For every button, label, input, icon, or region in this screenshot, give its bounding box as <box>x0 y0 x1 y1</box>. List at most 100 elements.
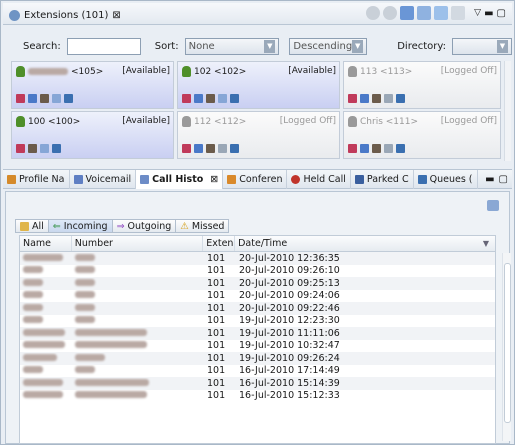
mail-icon[interactable] <box>360 94 369 103</box>
phone-icon[interactable] <box>16 94 25 103</box>
maximize-icon[interactable]: ▢ <box>499 170 508 188</box>
minimize-icon[interactable]: ▬ <box>485 170 494 188</box>
grid-icon[interactable] <box>417 6 432 20</box>
extension-tile[interactable]: 102 <102> [Available] <box>177 61 340 109</box>
tab-call-history[interactable]: Call Histo ⊠ <box>136 170 224 189</box>
chat-icon[interactable] <box>230 144 239 153</box>
tab-profile[interactable]: Profile Na <box>3 170 70 189</box>
grid-scrollbar[interactable] <box>504 61 511 161</box>
filter-missed[interactable]: ⚠ Missed <box>175 219 230 233</box>
extension-tile[interactable]: <105> [Available] <box>11 61 174 109</box>
table-row[interactable]: 101 19-Jul-2010 10:32:47 <box>20 340 495 353</box>
tab-voicemail[interactable]: Voicemail <box>70 170 137 189</box>
redacted-name <box>23 316 43 324</box>
filter-outgoing[interactable]: ⇒ Outgoing <box>111 219 177 233</box>
phone-icon[interactable] <box>16 144 25 153</box>
table-row[interactable]: 101 20-Jul-2010 09:25:13 <box>20 277 495 290</box>
view-menu-icon[interactable]: ▽ <box>474 8 481 18</box>
mail-icon[interactable] <box>194 94 203 103</box>
scrollbar-thumb[interactable] <box>504 263 511 423</box>
layout-icon[interactable] <box>400 6 415 20</box>
view-toolbar: ▽ ▬ ▢ <box>366 6 506 20</box>
user-icon[interactable] <box>372 144 381 153</box>
tab-conference[interactable]: Conferen <box>223 170 288 189</box>
table-scrollbar[interactable] <box>502 253 511 441</box>
status-icon[interactable] <box>366 6 381 20</box>
chat-icon[interactable] <box>230 94 239 103</box>
user-icon[interactable] <box>206 144 215 153</box>
extension-name: <105> <box>16 66 103 77</box>
mail-icon[interactable] <box>28 94 37 103</box>
table-row[interactable]: 101 20-Jul-2010 09:22:46 <box>20 302 495 315</box>
column-label: Date/Time <box>238 238 288 249</box>
export-icon[interactable] <box>487 200 499 211</box>
extension-tile[interactable]: 113 <113> [Logged Off] <box>343 61 501 109</box>
user-icon[interactable] <box>372 94 381 103</box>
transfer-icon[interactable] <box>218 144 227 153</box>
phone-icon[interactable] <box>182 144 191 153</box>
table-row[interactable]: 101 19-Jul-2010 09:26:24 <box>20 352 495 365</box>
person-icon <box>16 66 25 77</box>
extension-tile[interactable]: Chris <111> [Logged Off] <box>343 111 501 159</box>
table-row[interactable]: 101 16-Jul-2010 17:14:49 <box>20 365 495 378</box>
phone-icon[interactable] <box>182 94 191 103</box>
user-icon[interactable] <box>28 144 37 153</box>
phone-icon[interactable] <box>348 94 357 103</box>
column-header-exten[interactable]: Exten <box>203 236 236 251</box>
redacted-number <box>75 316 95 324</box>
user-icon[interactable] <box>40 94 49 103</box>
chat-icon[interactable] <box>64 94 73 103</box>
sort-select[interactable]: None ▼ <box>184 37 280 55</box>
search-input[interactable] <box>66 37 141 55</box>
table-row[interactable]: 101 19-Jul-2010 11:11:06 <box>20 327 495 340</box>
extension-actions <box>348 94 405 103</box>
tab-label: Held Call <box>303 174 346 185</box>
cell-number <box>72 378 204 389</box>
chat-icon[interactable] <box>396 144 405 153</box>
chat-icon[interactable] <box>396 94 405 103</box>
cell-number <box>72 315 204 326</box>
close-icon[interactable]: ⊠ <box>210 174 218 185</box>
status-icon-2[interactable] <box>383 6 398 20</box>
cell-exten: 101 <box>207 365 226 377</box>
mail-icon[interactable] <box>194 144 203 153</box>
cell-number <box>72 328 204 339</box>
filter-all[interactable]: All <box>15 219 49 233</box>
close-icon[interactable]: ⊠ <box>112 10 120 21</box>
cell-name <box>20 328 72 339</box>
table-row[interactable]: 101 20-Jul-2010 09:24:06 <box>20 290 495 303</box>
order-select[interactable]: Descending ▼ <box>289 37 368 55</box>
chat-icon[interactable] <box>52 144 61 153</box>
extensions-view-tab[interactable]: Extensions (101) ⊠ <box>9 6 121 24</box>
minimize-icon[interactable]: ▬ <box>484 8 493 19</box>
transfer-icon[interactable] <box>40 144 49 153</box>
column-header-datetime[interactable]: Date/Time ▼ <box>235 236 495 251</box>
table-row[interactable]: 101 20-Jul-2010 12:36:35 <box>20 252 495 265</box>
phone-icon[interactable] <box>348 144 357 153</box>
transfer-icon[interactable] <box>52 94 61 103</box>
table-row[interactable]: 101 16-Jul-2010 15:12:33 <box>20 390 495 403</box>
person-icon <box>182 116 191 127</box>
table-row[interactable]: 101 20-Jul-2010 09:26:10 <box>20 265 495 278</box>
user-icon[interactable] <box>206 94 215 103</box>
column-header-number[interactable]: Number <box>72 236 204 251</box>
columns-icon[interactable] <box>451 6 466 20</box>
tab-parked-calls[interactable]: Parked C <box>351 170 414 189</box>
tab-queues[interactable]: Queues ( <box>414 170 478 189</box>
redacted-name <box>23 341 65 349</box>
transfer-icon[interactable] <box>218 94 227 103</box>
table-row[interactable]: 101 19-Jul-2010 12:23:30 <box>20 315 495 328</box>
cell-datetime: 16-Jul-2010 17:14:49 <box>239 365 340 377</box>
list-icon[interactable] <box>434 6 449 20</box>
transfer-icon[interactable] <box>384 144 393 153</box>
extension-tile[interactable]: 100 <100> [Available] <box>11 111 174 159</box>
filter-incoming[interactable]: ⇐ Incoming <box>47 219 113 233</box>
tab-held-calls[interactable]: Held Call <box>287 170 351 189</box>
mail-icon[interactable] <box>360 144 369 153</box>
table-row[interactable]: 101 16-Jul-2010 15:14:39 <box>20 377 495 390</box>
extension-tile[interactable]: 112 <112> [Logged Off] <box>177 111 340 159</box>
maximize-icon[interactable]: ▢ <box>497 8 506 19</box>
column-header-name[interactable]: Name <box>20 236 72 251</box>
directory-select[interactable]: ▼ <box>451 37 512 55</box>
transfer-icon[interactable] <box>384 94 393 103</box>
